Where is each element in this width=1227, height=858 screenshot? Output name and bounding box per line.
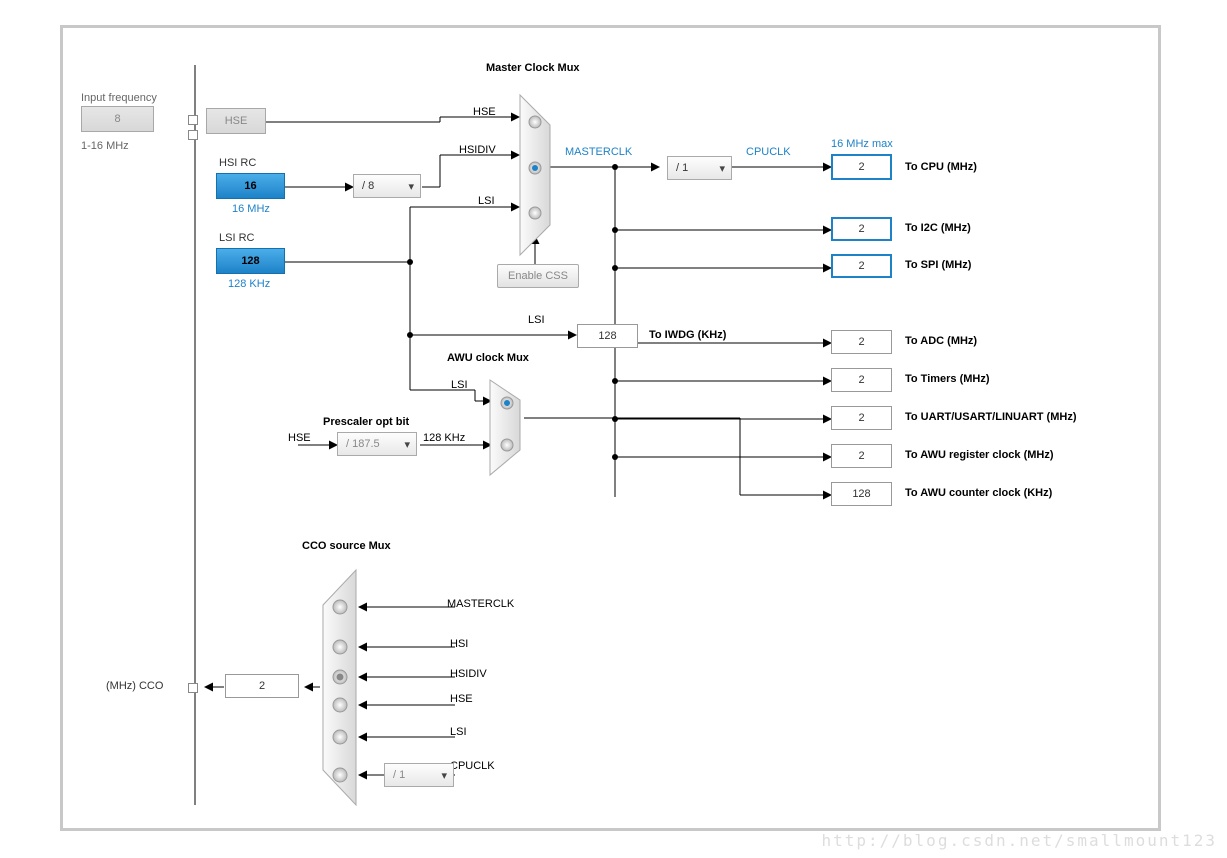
wiring bbox=[60, 25, 1155, 825]
cco-div-select[interactable]: / 1 ▾ bbox=[384, 763, 454, 787]
out-adc-value: 2 bbox=[858, 336, 864, 348]
out-adc-box: 2 bbox=[831, 330, 892, 354]
out-i2c-label: To I2C (MHz) bbox=[905, 222, 971, 234]
caret-icon: ▾ bbox=[719, 162, 725, 175]
out-uart-value: 2 bbox=[858, 412, 864, 424]
lsirc-value: 128 bbox=[241, 255, 259, 267]
out-i2c-box: 2 bbox=[831, 217, 892, 241]
hse-block: HSE bbox=[206, 108, 266, 134]
caret-icon: ▾ bbox=[408, 180, 414, 193]
input-freq-value[interactable]: 8 bbox=[81, 106, 154, 132]
ccomux-title: CCO source Mux bbox=[302, 540, 391, 552]
hsirc-unit: 16 MHz bbox=[232, 203, 270, 215]
input-freq-label: Input frequency bbox=[81, 92, 157, 104]
out-iwdg-label: To IWDG (KHz) bbox=[649, 329, 726, 341]
iwdg-sig: LSI bbox=[528, 314, 545, 326]
out-i2c-value: 2 bbox=[858, 223, 864, 235]
awumux-title: AWU clock Mux bbox=[447, 352, 529, 364]
out-spi-box: 2 bbox=[831, 254, 892, 278]
enable-css-label: Enable CSS bbox=[508, 270, 568, 282]
sig-lsi: LSI bbox=[478, 195, 495, 207]
out-tim-box: 2 bbox=[831, 368, 892, 392]
hsirc-value: 16 bbox=[244, 180, 256, 192]
pin-hse-top bbox=[188, 115, 198, 125]
lsirc-label: LSI RC bbox=[219, 232, 254, 244]
pin-cco bbox=[188, 683, 198, 693]
cco-in0: MASTERCLK bbox=[447, 598, 514, 610]
out-awucnt-box: 128 bbox=[831, 482, 892, 506]
cco-in1: HSI bbox=[450, 638, 468, 650]
out-iwdg-box: 128 bbox=[577, 324, 638, 348]
out-awureg-value: 2 bbox=[858, 450, 864, 462]
out-awureg-box: 2 bbox=[831, 444, 892, 468]
out-uart-label: To UART/USART/LINUART (MHz) bbox=[905, 411, 1077, 423]
enable-css-button[interactable]: Enable CSS bbox=[497, 264, 579, 288]
cco-in3: HSE bbox=[450, 693, 473, 705]
awu-sig-lsi: LSI bbox=[451, 379, 468, 391]
awu-presc-title: Prescaler opt bit bbox=[323, 416, 409, 428]
awu-div-value: / 187.5 bbox=[346, 438, 380, 450]
out-awureg-label: To AWU register clock (MHz) bbox=[905, 449, 1054, 461]
out-adc-label: To ADC (MHz) bbox=[905, 335, 977, 347]
awu-div-select[interactable]: / 187.5 ▾ bbox=[337, 432, 417, 456]
out-cpu-value: 2 bbox=[858, 161, 864, 173]
hsidiv-value: / 8 bbox=[362, 180, 374, 192]
watermark: http://blog.csdn.net/smallmount123 bbox=[821, 831, 1217, 850]
awu-khz: 128 KHz bbox=[423, 432, 465, 444]
cco-out-box: 2 bbox=[225, 674, 299, 698]
cco-in4: LSI bbox=[450, 726, 467, 738]
out-uart-box: 2 bbox=[831, 406, 892, 430]
hsidiv-select[interactable]: / 8 ▾ bbox=[353, 174, 421, 198]
hsirc-label: HSI RC bbox=[219, 157, 256, 169]
cpudiv-value: / 1 bbox=[676, 162, 688, 174]
sig-hse: HSE bbox=[473, 106, 496, 118]
caret-icon: ▾ bbox=[441, 769, 447, 782]
out-cpu-label: To CPU (MHz) bbox=[905, 161, 977, 173]
pin-hse-bot bbox=[188, 130, 198, 140]
cco-out-value: 2 bbox=[259, 680, 265, 692]
out-spi-label: To SPI (MHz) bbox=[905, 259, 971, 271]
max-note: 16 MHz max bbox=[831, 138, 893, 150]
cco-in5: CPUCLK bbox=[450, 760, 495, 772]
lsirc-unit: 128 KHz bbox=[228, 278, 270, 290]
caret-icon: ▾ bbox=[404, 438, 410, 451]
out-iwdg-value: 128 bbox=[598, 330, 616, 342]
cpudiv-select[interactable]: / 1 ▾ bbox=[667, 156, 732, 180]
out-tim-label: To Timers (MHz) bbox=[905, 373, 990, 385]
out-spi-value: 2 bbox=[858, 260, 864, 272]
lsirc-box[interactable]: 128 bbox=[216, 248, 285, 274]
out-cpu-box: 2 bbox=[831, 154, 892, 180]
input-freq-text: 8 bbox=[114, 113, 120, 125]
cco-div-value: / 1 bbox=[393, 769, 405, 781]
out-awucnt-value: 128 bbox=[852, 488, 870, 500]
sig-hsidiv: HSIDIV bbox=[459, 144, 496, 156]
cpuclk-label: CPUCLK bbox=[746, 146, 791, 158]
awu-sig-hse: HSE bbox=[288, 432, 311, 444]
out-tim-value: 2 bbox=[858, 374, 864, 386]
input-range: 1-16 MHz bbox=[81, 140, 129, 152]
cco-out-label: (MHz) CCO bbox=[106, 680, 163, 692]
hse-label: HSE bbox=[225, 115, 248, 127]
masterclk-label: MASTERCLK bbox=[565, 146, 632, 158]
cco-in2: HSIDIV bbox=[450, 668, 487, 680]
mastermux-title: Master Clock Mux bbox=[486, 62, 580, 74]
out-awucnt-label: To AWU counter clock (KHz) bbox=[905, 487, 1052, 499]
hsirc-value-box[interactable]: 16 bbox=[216, 173, 285, 199]
